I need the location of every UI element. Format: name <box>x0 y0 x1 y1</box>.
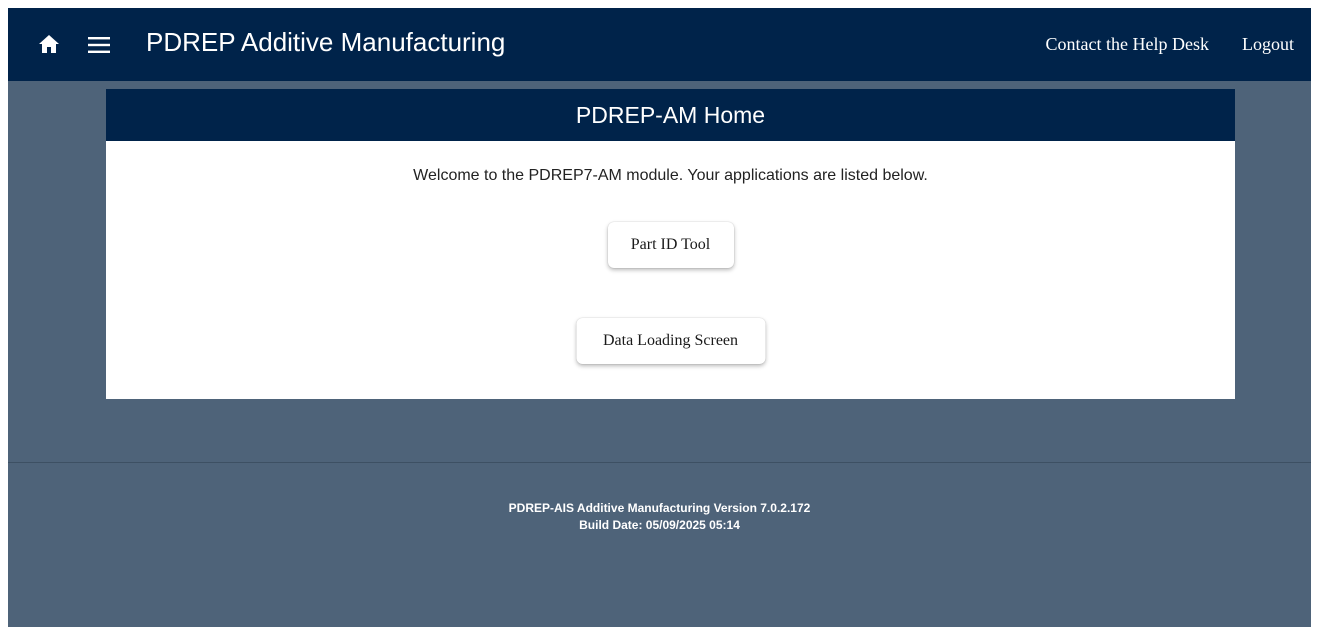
data-loading-screen-button[interactable]: Data Loading Screen <box>576 318 765 364</box>
welcome-message: Welcome to the PDREP7-AM module. Your ap… <box>413 167 928 184</box>
version-text: PDREP-AIS Additive Manufacturing Version… <box>508 501 811 515</box>
app-frame: PDREP Additive Manufacturing Contact the… <box>8 8 1311 627</box>
top-navigation-bar: PDREP Additive Manufacturing Contact the… <box>8 8 1311 81</box>
build-date-text: Build Date: 05/09/2025 05:14 <box>579 518 740 532</box>
app-title: PDREP Additive Manufacturing <box>146 27 506 57</box>
home-icon[interactable] <box>38 33 60 55</box>
top-links: Contact the Help Desk Logout <box>1046 34 1294 55</box>
footer: PDREP-AIS Additive Manufacturing Version… <box>8 500 1311 534</box>
contact-help-desk-link[interactable]: Contact the Help Desk <box>1046 34 1209 55</box>
part-id-tool-button[interactable]: Part ID Tool <box>607 222 734 268</box>
home-card: PDREP-AM Home Welcome to the PDREP7-AM m… <box>106 89 1235 399</box>
footer-divider <box>8 462 1311 463</box>
logout-link[interactable]: Logout <box>1242 34 1294 55</box>
hamburger-menu-icon[interactable] <box>88 36 110 54</box>
page-title: PDREP-AM Home <box>106 89 1235 141</box>
